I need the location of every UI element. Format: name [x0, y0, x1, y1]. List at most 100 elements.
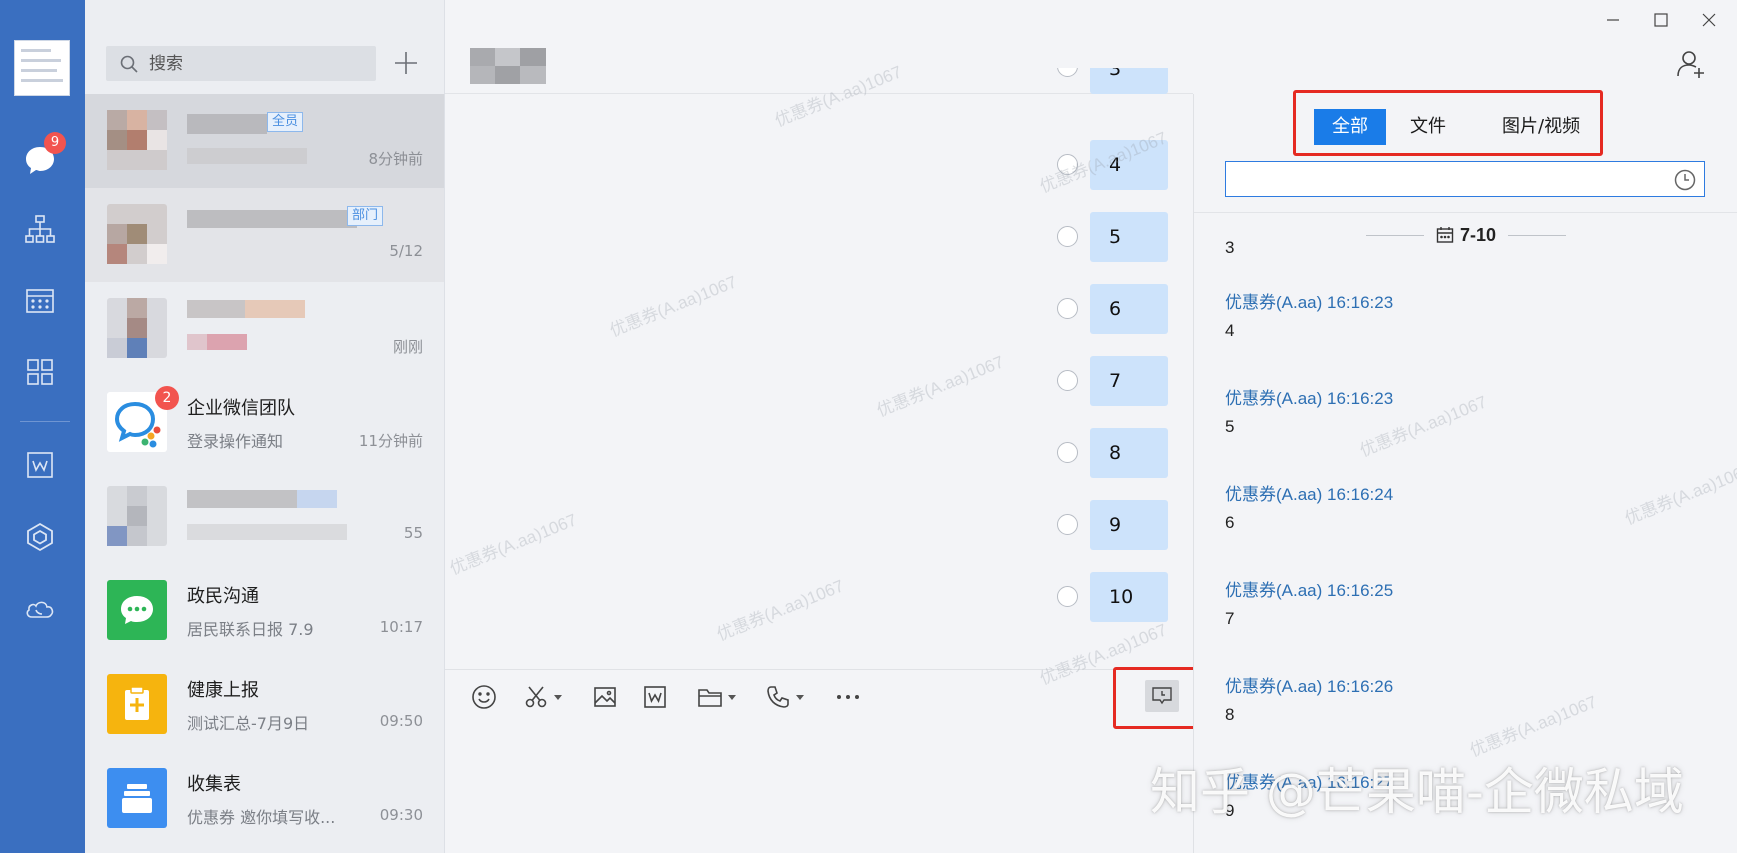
contacts-nav[interactable]: [18, 207, 62, 251]
history-sender-time[interactable]: 优惠券(A.aa) 16:16:26: [1225, 672, 1393, 697]
conversation-item[interactable]: 健康上报 测试汇总-7月9日 09:50: [85, 658, 444, 752]
form-collect-avatar: [107, 768, 167, 828]
message-bubble: 5: [1090, 212, 1168, 262]
chevron-down-icon[interactable]: [796, 694, 804, 700]
select-radio[interactable]: [1057, 586, 1078, 607]
chat-history-button[interactable]: [1145, 680, 1179, 712]
calendar-icon: [26, 289, 54, 313]
unread-badge: 2: [155, 386, 179, 410]
conversation-item[interactable]: 部门 5/12: [85, 188, 444, 282]
tab-all[interactable]: 全部: [1314, 109, 1386, 145]
history-sender-time[interactable]: 优惠券(A.aa) 16:16:25: [1225, 576, 1393, 601]
blurred-preview-2: [207, 334, 247, 350]
message-row[interactable]: 4: [445, 140, 1193, 190]
more-dots-icon: [837, 695, 859, 699]
conversation-item[interactable]: 55: [85, 470, 444, 564]
message-row[interactable]: 5: [445, 212, 1193, 262]
history-entry: 优惠券(A.aa) 16:16:23 4: [1225, 288, 1393, 341]
history-sender-time[interactable]: 优惠券(A.aa) 16:16:24: [1225, 480, 1393, 505]
select-radio[interactable]: [1057, 68, 1078, 77]
health-report-avatar: [107, 674, 167, 734]
call-button[interactable]: [765, 682, 804, 712]
history-search-bar[interactable]: [1225, 161, 1705, 197]
message-row[interactable]: 6: [445, 284, 1193, 334]
blurred-preview: [187, 524, 347, 540]
blurred-preview: [187, 148, 307, 164]
image-button[interactable]: [593, 682, 617, 712]
conversation-item[interactable]: 刚刚: [85, 282, 444, 376]
emoji-button[interactable]: [471, 682, 497, 712]
close-button[interactable]: [1692, 8, 1726, 32]
minimize-button[interactable]: [1596, 8, 1630, 32]
more-button[interactable]: [835, 682, 861, 712]
tab-files[interactable]: 文件: [1410, 109, 1446, 145]
message-bubble: 10: [1090, 572, 1168, 622]
history-entry: 3: [1225, 230, 1234, 258]
message-row[interactable]: 7: [445, 356, 1193, 406]
cloud-nav[interactable]: [18, 587, 62, 631]
message-row[interactable]: 8: [445, 428, 1193, 478]
select-radio[interactable]: [1057, 226, 1078, 247]
document-w-icon: [644, 686, 666, 708]
history-sender-time[interactable]: 优惠券(A.aa) 16:16:27: [1225, 768, 1393, 793]
conversation-time: 09:50: [379, 712, 423, 730]
history-sender-time[interactable]: 优惠券(A.aa) 16:16:23: [1225, 384, 1393, 409]
blurred-avatar: [107, 298, 167, 358]
select-radio[interactable]: [1057, 442, 1078, 463]
scissors-icon: [525, 686, 547, 708]
conversation-time: 刚刚: [392, 338, 423, 356]
conversation-item[interactable]: 收集表 优惠券 邀你填写收... 09:30: [85, 752, 444, 846]
history-entry: 优惠券(A.aa) 16:16:24 6: [1225, 480, 1393, 533]
blurred-name: [187, 114, 267, 134]
blurred-name-2: [297, 490, 337, 508]
search-bar[interactable]: [106, 46, 376, 81]
blurred-name-2: [245, 300, 305, 318]
workbench-nav[interactable]: [18, 350, 62, 394]
history-message-text: 8: [1225, 705, 1235, 724]
emoji-icon: [472, 685, 496, 709]
conversation-name: 健康上报: [187, 680, 259, 701]
history-message-text: 4: [1225, 321, 1235, 340]
message-row[interactable]: 3: [445, 68, 1193, 94]
file-button[interactable]: [697, 682, 736, 712]
search-input[interactable]: [149, 53, 349, 74]
image-icon: [594, 687, 616, 707]
conversation-preview: 测试汇总-7月9日: [187, 714, 310, 733]
chevron-down-icon[interactable]: [554, 694, 562, 700]
add-icon[interactable]: [391, 48, 421, 78]
screenshot-button[interactable]: [523, 682, 562, 712]
select-radio[interactable]: [1057, 154, 1078, 175]
calendar-nav[interactable]: [18, 278, 62, 322]
microdisk-nav[interactable]: [18, 515, 62, 559]
message-row[interactable]: 9: [445, 500, 1193, 550]
conversation-item[interactable]: 政民沟通 居民联系日报 7.9 10:17: [85, 564, 444, 658]
chat-dots-icon: [121, 596, 153, 624]
chevron-down-icon[interactable]: [728, 694, 736, 700]
select-radio[interactable]: [1057, 514, 1078, 535]
conversation-time: 8分钟前: [368, 150, 423, 168]
history-sender-time[interactable]: 优惠券(A.aa) 16:16:23: [1225, 288, 1393, 313]
select-radio[interactable]: [1057, 370, 1078, 391]
conversation-item[interactable]: 全员 8分钟前: [85, 94, 444, 188]
maximize-button[interactable]: [1644, 8, 1678, 32]
docs-nav[interactable]: [18, 443, 62, 487]
conversation-name: 收集表: [187, 774, 241, 795]
add-member-button[interactable]: [1675, 48, 1707, 84]
conversation-name: 政民沟通: [187, 586, 259, 607]
history-message-text: 3: [1225, 238, 1235, 257]
message-bubble: 3: [1090, 68, 1168, 94]
history-entry: 优惠券(A.aa) 16:16:25 7: [1225, 576, 1393, 629]
conversation-item[interactable]: 2 企业微信团队 登录操作通知 11分钟前: [85, 376, 444, 470]
message-row[interactable]: 10: [445, 572, 1193, 622]
message-bubble: 8: [1090, 428, 1168, 478]
message-bubble: 9: [1090, 500, 1168, 550]
user-avatar[interactable]: [14, 40, 70, 96]
tab-media[interactable]: 图片/视频: [1502, 109, 1580, 145]
doc-button[interactable]: [643, 682, 667, 712]
messages-nav[interactable]: 9: [18, 132, 66, 182]
clock-icon: [1674, 169, 1696, 191]
history-entry: 优惠券(A.aa) 16:16:27 9: [1225, 768, 1393, 821]
history-message-text: 7: [1225, 609, 1235, 628]
history-search-input[interactable]: [1234, 162, 1664, 196]
select-radio[interactable]: [1057, 298, 1078, 319]
